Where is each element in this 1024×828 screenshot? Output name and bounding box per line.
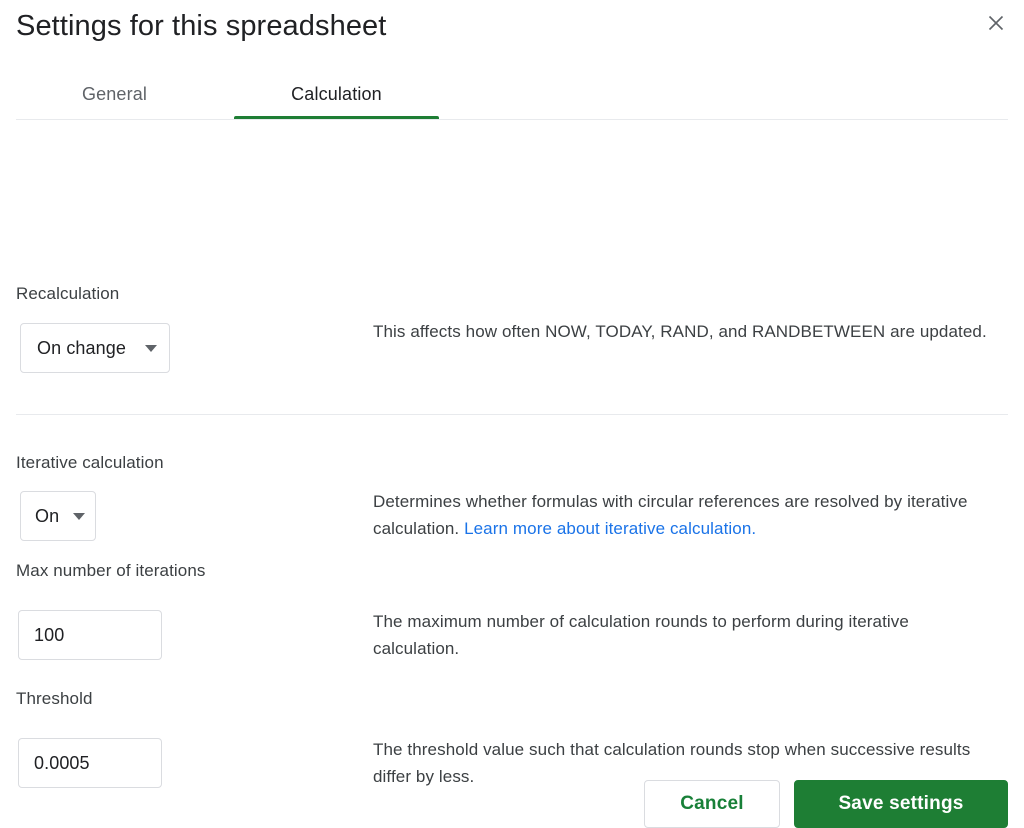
section-divider [16, 414, 1008, 415]
max-iterations-label: Max number of iterations [16, 561, 206, 580]
recalculation-select[interactable]: On change [20, 323, 170, 373]
tab-general[interactable]: General [12, 68, 217, 120]
settings-dialog: Settings for this spreadsheet General Ca… [0, 0, 1024, 828]
iterative-calculation-select[interactable]: On [20, 491, 96, 541]
dialog-footer: Cancel Save settings [0, 780, 1024, 828]
close-icon [986, 13, 1006, 36]
dialog-header: Settings for this spreadsheet [0, 0, 1024, 68]
tab-calculation[interactable]: Calculation [234, 68, 439, 120]
max-iterations-input[interactable] [18, 610, 162, 660]
page-title: Settings for this spreadsheet [16, 10, 387, 42]
tab-bar: General Calculation [0, 68, 1024, 120]
iterative-calculation-label: Iterative calculation [16, 453, 164, 472]
recalculation-select-value: On change [37, 337, 126, 358]
threshold-label: Threshold [16, 689, 93, 708]
dialog-body: Recalculation On change This affects how… [0, 120, 1024, 828]
iterative-calculation-description: Determines whether formulas with circula… [373, 488, 1013, 542]
recalculation-description: This affects how often NOW, TODAY, RAND,… [373, 322, 987, 341]
cancel-button[interactable]: Cancel [644, 780, 780, 828]
iterative-calculation-select-value: On [35, 505, 60, 526]
chevron-down-icon [73, 512, 85, 520]
recalculation-label: Recalculation [16, 284, 120, 303]
max-iterations-description: The maximum number of calculation rounds… [373, 612, 909, 658]
chevron-down-icon [145, 344, 157, 352]
learn-more-link[interactable]: Learn more about iterative calculation. [464, 519, 756, 538]
save-settings-button[interactable]: Save settings [794, 780, 1008, 828]
close-button[interactable] [980, 8, 1012, 40]
